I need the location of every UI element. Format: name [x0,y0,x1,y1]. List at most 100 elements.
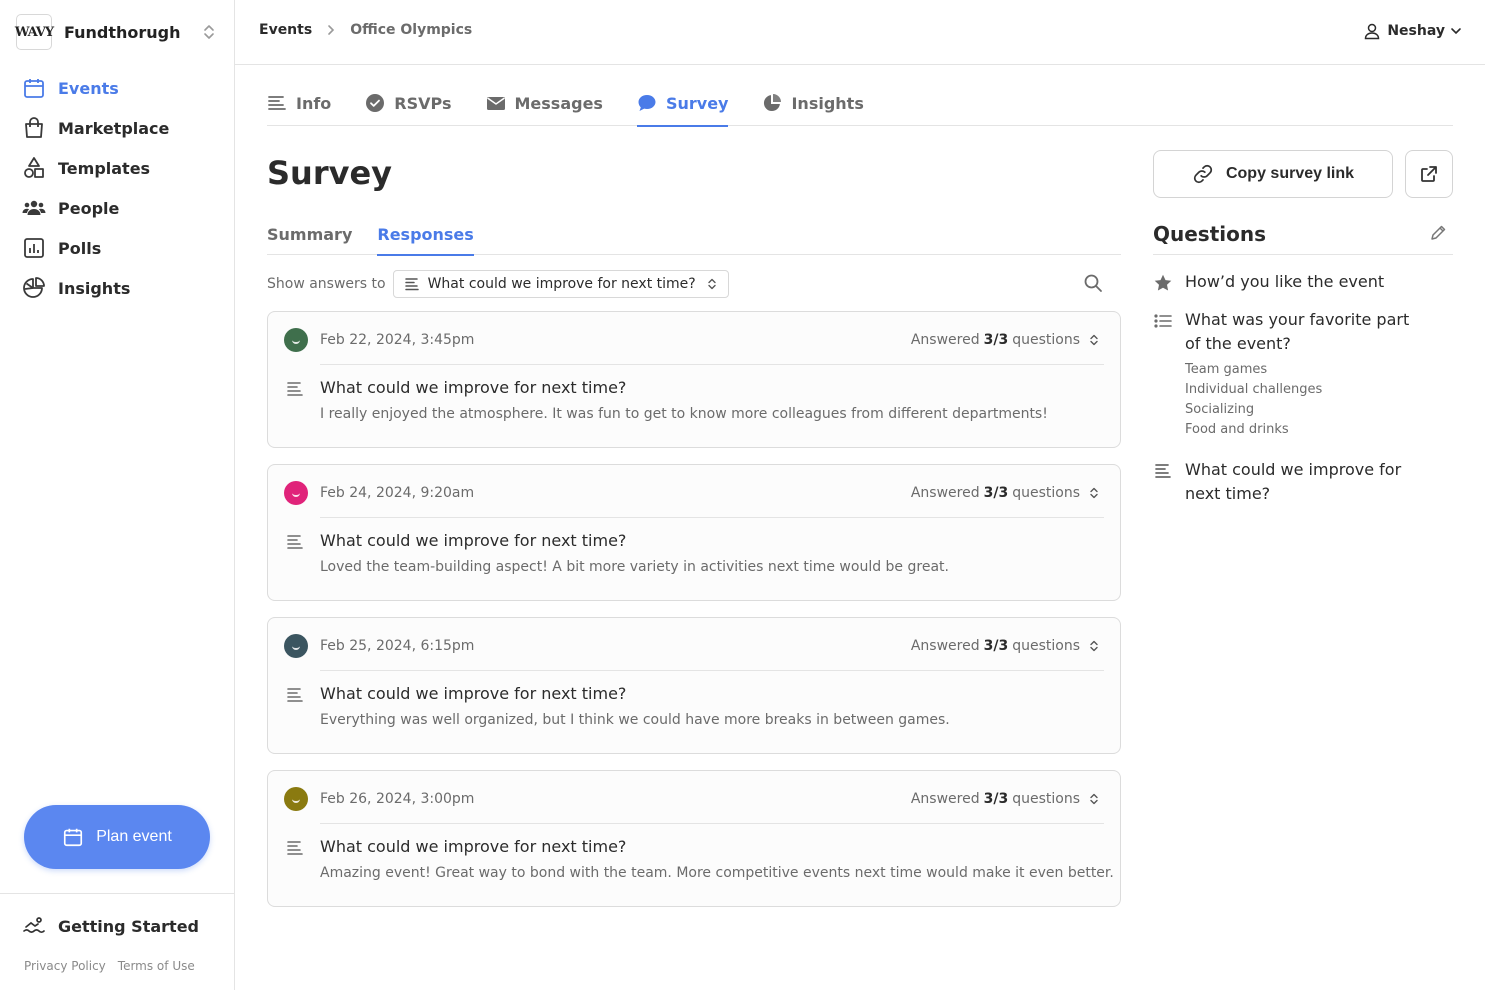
answered-suffix: questions [1012,485,1080,501]
tab-responses[interactable]: Responses [377,214,475,256]
filter-label: Show answers to [267,276,386,292]
avatar [284,787,308,811]
answered-prefix: Answered [910,638,980,654]
response-answer: Loved the team-building aspect! A bit mo… [320,559,949,575]
copy-survey-link-label: Copy survey link [1225,165,1355,182]
avatar [284,481,308,505]
tab-info[interactable]: Info [267,80,331,126]
open-survey-button[interactable] [1405,150,1453,198]
tab-rsvps[interactable]: RSVPs [365,80,452,126]
question-select-value: What could we improve for next time? [427,276,696,292]
question-text: What was your favorite part of the event… [1185,310,1410,353]
user-menu[interactable]: Neshay [1363,22,1463,40]
nav-item-people[interactable]: People [22,188,222,228]
answered-count: 3/3 [983,638,1009,654]
response-list: Feb 22, 2024, 3:45pm Answered 3/3 questi… [267,311,1121,923]
pencil-icon[interactable] [1429,224,1447,242]
question-item[interactable]: What was your favorite part of the event… [1153,308,1453,356]
nav-item-polls[interactable]: Polls [22,228,222,268]
tab-messages[interactable]: Messages [486,80,603,126]
response-question: What could we improve for next time? [320,684,627,703]
answered-suffix: questions [1012,332,1080,348]
org-switcher[interactable]: WAVY Fundthorugh [15,14,219,50]
chevron-down-icon [1449,24,1463,38]
breadcrumb: Events Office Olympics [259,22,472,38]
nav-item-marketplace[interactable]: Marketplace [22,108,222,148]
nav-item-insights[interactable]: Insights [22,268,222,308]
tab-survey[interactable]: Survey [636,80,728,127]
question-select[interactable]: What could we improve for next time? [392,270,729,298]
poll-chart-icon [22,236,46,260]
answered-toggle[interactable]: Answered 3/3 questions [911,485,1100,501]
breadcrumb-current: Office Olympics [350,22,473,38]
getting-started-label: Getting Started [58,916,199,936]
shopping-bag-icon [22,116,46,140]
response-answer: Everything was well organized, but I thi… [320,712,950,728]
nav-item-templates[interactable]: Templates [22,148,222,188]
answered-count: 3/3 [983,485,1009,501]
plan-event-button[interactable]: Plan event [24,805,210,869]
legal-links: Privacy Policy Terms of Use [24,959,195,973]
chevron-up-down-icon [1088,487,1100,499]
people-icon [22,196,46,220]
response-question: What could we improve for next time? [320,837,627,856]
question-option: Food and drinks [1185,422,1289,437]
tab-label: Insights [791,93,864,113]
chevron-up-down-icon[interactable] [199,22,219,42]
terms-of-use-link[interactable]: Terms of Use [118,959,195,973]
answered-prefix: Answered [910,332,980,348]
text-lines-icon [286,839,304,857]
copy-survey-link-button[interactable]: Copy survey link [1153,150,1393,198]
external-link-icon [1419,164,1439,184]
sidebar-divider [0,893,235,894]
list-icon [1153,311,1173,331]
tab-label: Info [296,93,332,113]
question-item[interactable]: What could we improve for next time? [1153,458,1453,506]
answered-toggle[interactable]: Answered 3/3 questions [911,332,1100,348]
question-option: Socializing [1185,402,1255,417]
nav-item-events[interactable]: Events [22,68,222,108]
question-item[interactable]: How’d you like the event [1153,270,1453,294]
nav-label: People [58,198,120,218]
pie-chart-icon [22,276,46,300]
link-icon [1192,163,1214,185]
tab-insights[interactable]: Insights [762,80,864,126]
answered-suffix: questions [1012,791,1080,807]
chevron-up-down-icon [1088,640,1100,652]
tab-summary[interactable]: Summary [267,214,352,255]
chevron-up-down-icon [1088,334,1100,346]
response-card: Feb 24, 2024, 9:20am Answered 3/3 questi… [267,464,1121,601]
response-question: What could we improve for next time? [320,531,627,550]
user-icon [1363,22,1381,40]
chevron-right-icon [324,23,338,37]
nav-label: Templates [58,158,151,178]
answered-toggle[interactable]: Answered 3/3 questions [911,791,1100,807]
response-date: Feb 22, 2024, 3:45pm [320,332,475,348]
questions-header: Questions [1153,218,1453,255]
response-answer: Amazing event! Great way to bond with th… [320,865,1114,881]
answered-count: 3/3 [983,791,1009,807]
getting-started-link[interactable]: Getting Started [22,914,199,938]
org-logo: WAVY [15,14,54,50]
plan-event-label: Plan event [96,828,172,845]
privacy-policy-link[interactable]: Privacy Policy [24,959,106,973]
pie-chart-icon [762,93,782,113]
breadcrumb-events[interactable]: Events [259,22,312,38]
calendar-icon [62,826,84,848]
answered-toggle[interactable]: Answered 3/3 questions [911,638,1100,654]
chat-bubble-icon [637,93,657,113]
text-lines-icon [286,533,304,551]
text-lines-icon [1153,461,1173,481]
tab-label: RSVPs [394,93,452,113]
question-option: Team games [1185,362,1268,377]
text-lines-icon [267,93,287,113]
response-card: Feb 22, 2024, 3:45pm Answered 3/3 questi… [267,311,1121,448]
sidebar: WAVY Fundthorugh Events Marketplace Temp… [0,0,235,990]
nav-label: Marketplace [58,118,170,138]
shapes-icon [22,156,46,180]
chevron-up-down-icon [1088,793,1100,805]
question-option: Individual challenges [1185,382,1323,397]
user-name: Neshay [1387,23,1445,39]
search-icon[interactable] [1083,273,1103,293]
text-lines-icon [286,380,304,398]
